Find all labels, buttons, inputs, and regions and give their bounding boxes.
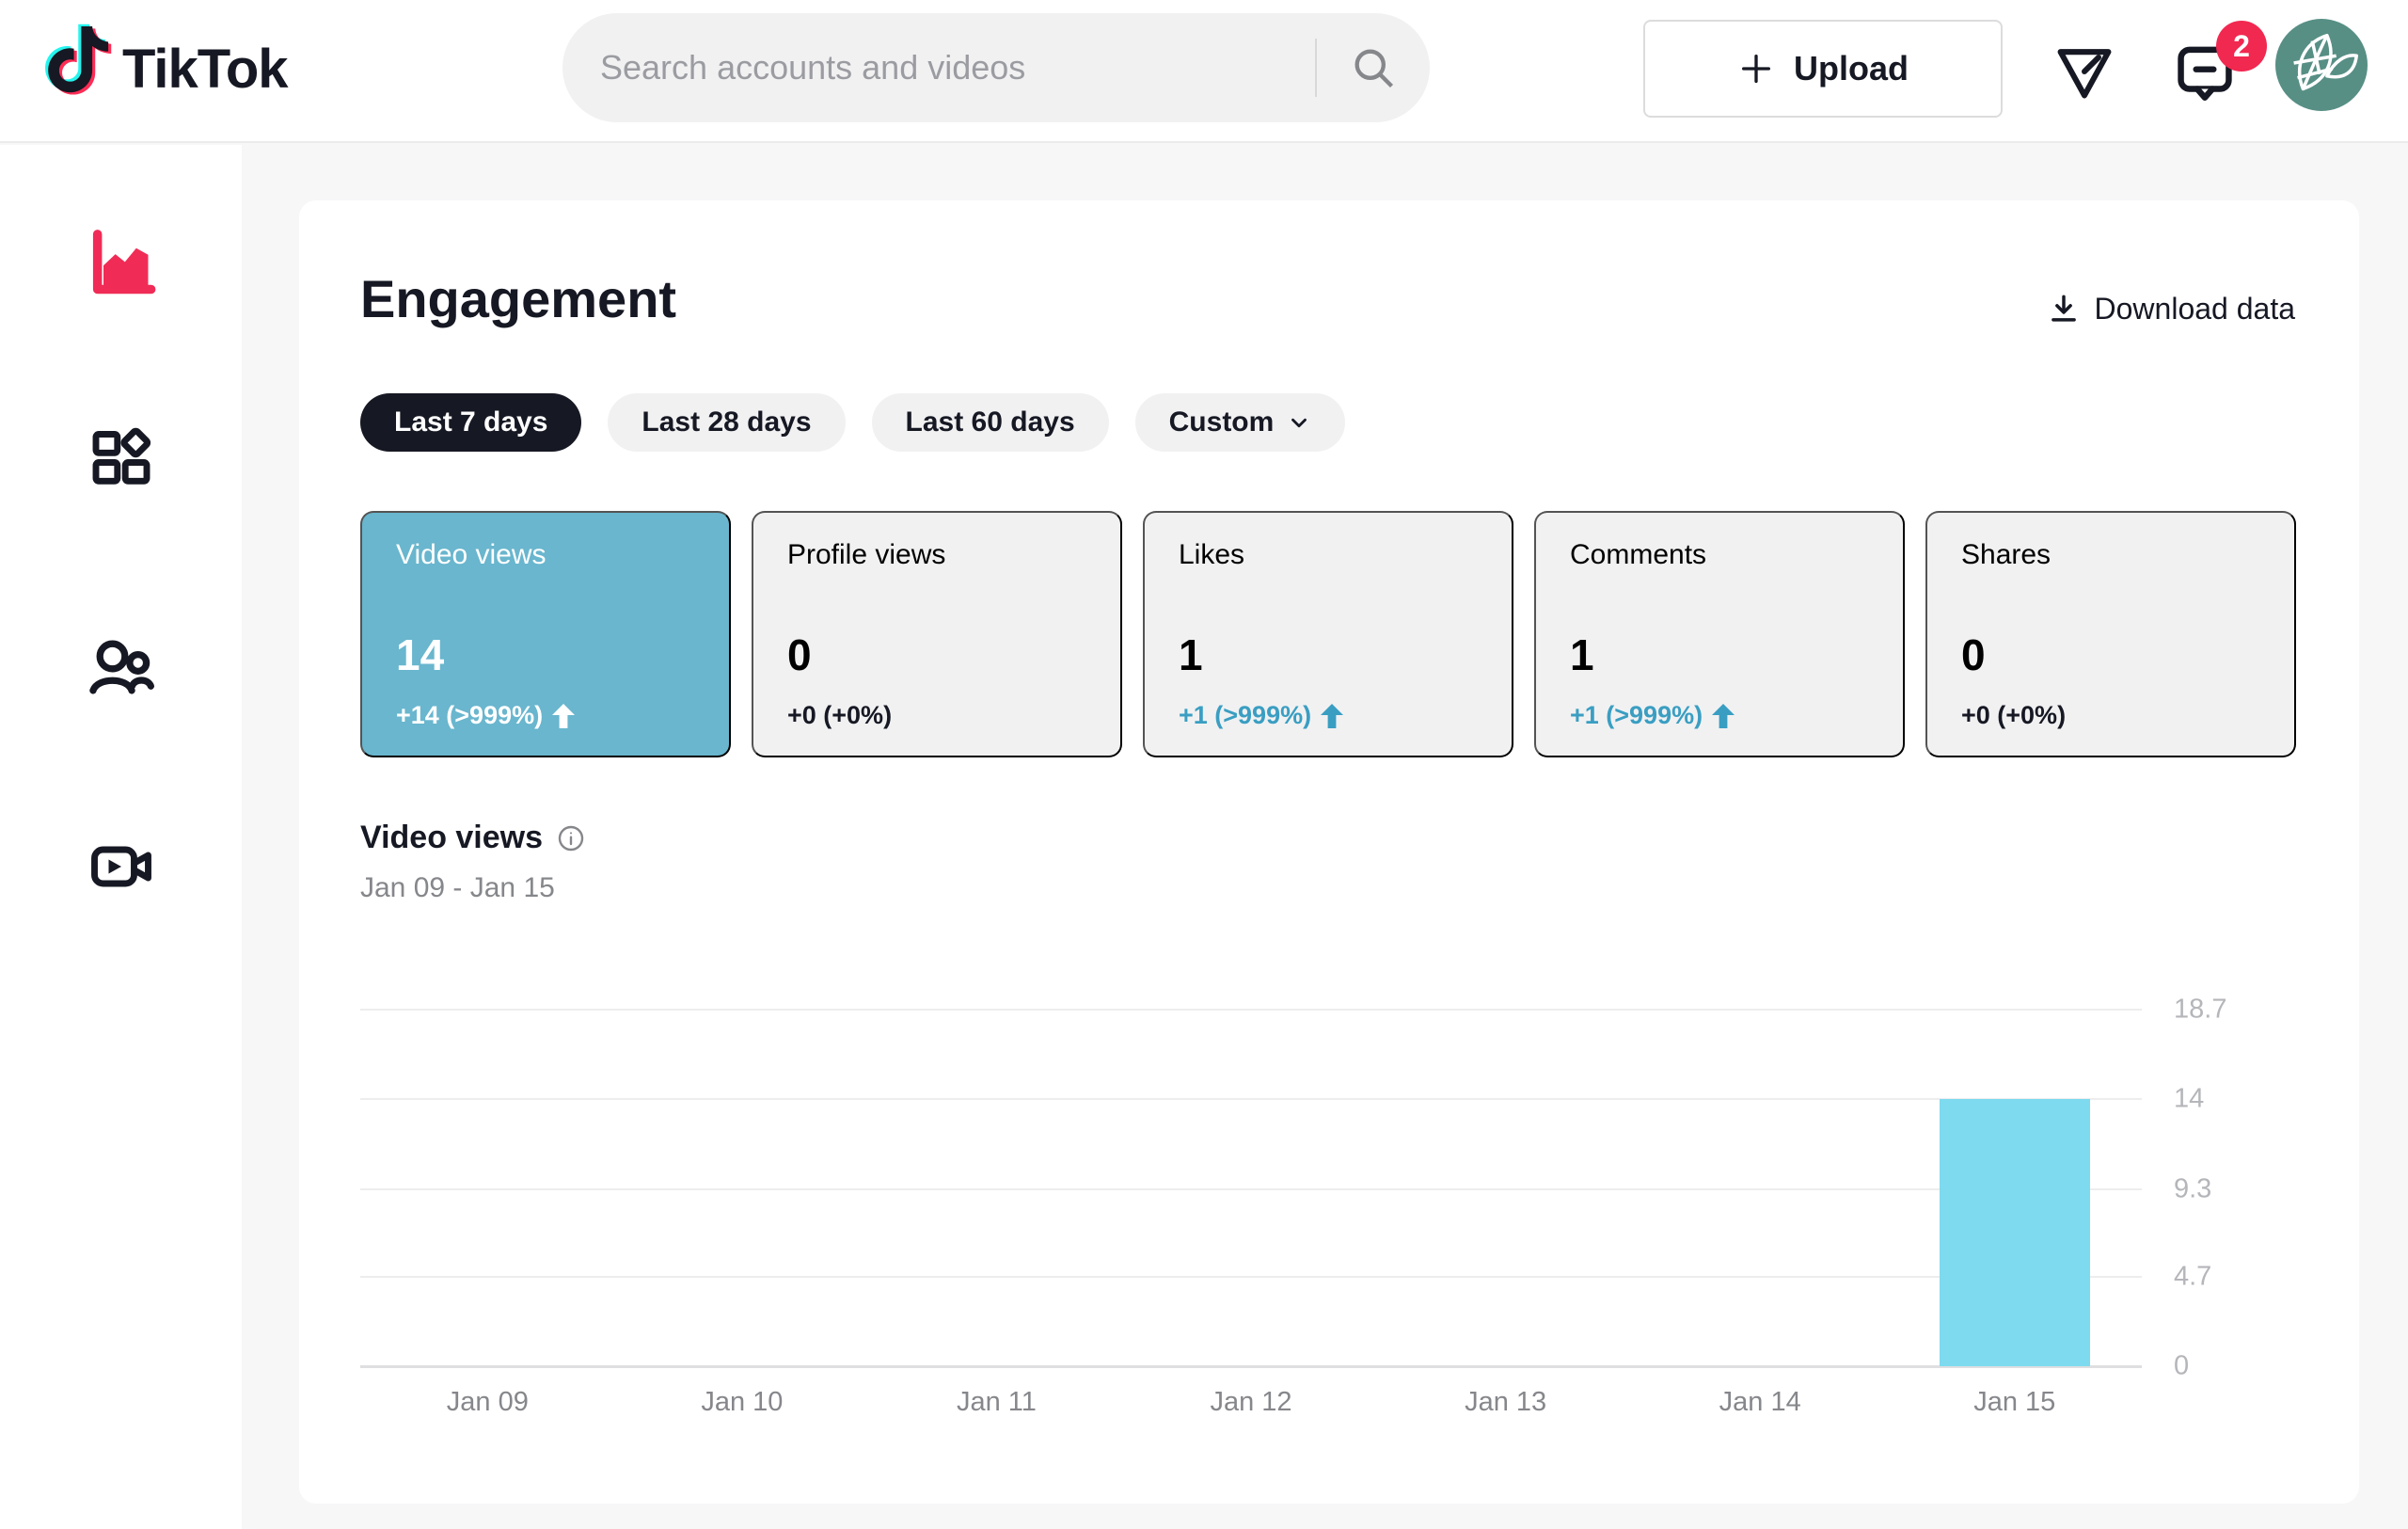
- app-header: TikTok Upload: [0, 0, 2408, 143]
- metric-delta: +1 (>999%): [1179, 701, 1478, 730]
- chevron-down-icon: [1287, 410, 1311, 435]
- upload-button[interactable]: Upload: [1643, 20, 2003, 118]
- inbox-button[interactable]: 2: [2167, 34, 2242, 109]
- search-button[interactable]: [1317, 13, 1430, 122]
- tiktok-note-icon: [32, 23, 113, 115]
- metric-card-profile-views[interactable]: Profile views 0 +0 (+0%): [752, 511, 1122, 757]
- paper-plane-icon: [2050, 37, 2119, 106]
- followers-icon: [86, 629, 157, 701]
- chart-gridline: [360, 1098, 2142, 1100]
- arrow-up-icon: [1712, 704, 1735, 728]
- range-pill-custom[interactable]: Custom: [1135, 393, 1346, 452]
- x-axis-label: Jan 11: [869, 1387, 1124, 1418]
- chart-bar[interactable]: [1940, 1099, 2090, 1366]
- arrow-up-icon: [1321, 704, 1343, 728]
- promote-button[interactable]: [2047, 34, 2122, 109]
- metric-delta-text: +1 (>999%): [1570, 701, 1703, 730]
- info-icon[interactable]: [556, 823, 586, 853]
- metric-label: Video views: [396, 539, 695, 571]
- range-pill-label: Last 60 days: [906, 406, 1075, 438]
- chart-plot: 18.7149.34.70: [360, 1010, 2142, 1366]
- metric-value: 0: [1961, 629, 2260, 680]
- live-camera-icon: [87, 833, 155, 900]
- section-title-text: Video views: [360, 820, 543, 856]
- y-axis-label: 18.7: [2174, 995, 2226, 1026]
- metric-label: Likes: [1179, 539, 1478, 571]
- range-pill-last-60-days[interactable]: Last 60 days: [872, 393, 1109, 452]
- sidebar: [0, 145, 242, 1529]
- metric-label: Profile views: [787, 539, 1086, 571]
- tiktok-logo[interactable]: TikTok: [32, 23, 288, 115]
- tiktok-logo-text: TikTok: [122, 38, 288, 101]
- upload-label: Upload: [1794, 49, 1909, 88]
- metric-delta-text: +0 (+0%): [1961, 701, 2066, 730]
- plus-icon: [1737, 50, 1775, 88]
- x-axis-label: Jan 09: [360, 1387, 615, 1418]
- x-axis-label: Jan 13: [1378, 1387, 1633, 1418]
- download-icon: [2046, 291, 2082, 327]
- chart-xlabels: Jan 09Jan 10Jan 11Jan 12Jan 13Jan 14Jan …: [360, 1387, 2142, 1418]
- y-axis-label: 0: [2174, 1351, 2189, 1382]
- metric-delta: +0 (+0%): [1961, 701, 2260, 730]
- chart-gridline: [360, 1188, 2142, 1190]
- page-title: Engagement: [360, 268, 676, 329]
- range-pill-label: Last 28 days: [642, 406, 811, 438]
- sidebar-item-analytics[interactable]: [0, 201, 242, 324]
- metric-delta: +1 (>999%): [1570, 701, 1869, 730]
- y-axis-label: 4.7: [2174, 1261, 2211, 1292]
- metric-cards: Video views 14 +14 (>999%) Profile views…: [360, 511, 2296, 757]
- chart-gridline: [360, 1365, 2142, 1368]
- download-label: Download data: [2095, 292, 2295, 327]
- range-pill-label: Last 7 days: [394, 406, 547, 438]
- arrow-up-icon: [552, 704, 575, 728]
- metric-card-comments[interactable]: Comments 1 +1 (>999%): [1534, 511, 1905, 757]
- search-bar: [562, 13, 1430, 122]
- chart-gridline: [360, 1276, 2142, 1278]
- x-axis-label: Jan 10: [615, 1387, 870, 1418]
- metric-card-video-views[interactable]: Video views 14 +14 (>999%): [360, 511, 731, 757]
- y-axis-label: 9.3: [2174, 1173, 2211, 1204]
- metric-delta-text: +1 (>999%): [1179, 701, 1311, 730]
- chart-gridline: [360, 1009, 2142, 1011]
- metric-card-shares[interactable]: Shares 0 +0 (+0%): [1925, 511, 2296, 757]
- search-input[interactable]: [562, 48, 1315, 88]
- chart-section-title: Video views: [360, 820, 586, 856]
- metric-delta: +0 (+0%): [787, 701, 1086, 730]
- range-pill-label: Custom: [1169, 406, 1275, 438]
- x-axis-label: Jan 12: [1124, 1387, 1379, 1418]
- analytics-chart-icon: [86, 227, 157, 298]
- date-range-pills: Last 7 days Last 28 days Last 60 days Cu…: [360, 393, 1345, 452]
- date-range: Jan 09 - Jan 15: [360, 872, 555, 904]
- notification-badge: 2: [2216, 21, 2267, 72]
- sidebar-item-live[interactable]: [0, 805, 242, 928]
- metric-value: 14: [396, 629, 695, 680]
- sidebar-item-followers[interactable]: [0, 604, 242, 726]
- x-axis-label: Jan 14: [1633, 1387, 1888, 1418]
- sidebar-item-content[interactable]: [0, 397, 242, 519]
- content-grid-icon: [87, 424, 155, 492]
- metric-delta-text: +14 (>999%): [396, 701, 543, 730]
- metric-value: 1: [1179, 629, 1478, 680]
- x-axis-label: Jan 15: [1887, 1387, 2142, 1418]
- engagement-card: Engagement Download data Last 7 days Las…: [299, 200, 2359, 1504]
- search-icon: [1349, 43, 1398, 92]
- range-pill-last-28-days[interactable]: Last 28 days: [608, 393, 845, 452]
- range-pill-last-7-days[interactable]: Last 7 days: [360, 393, 581, 452]
- download-data-button[interactable]: Download data: [2046, 291, 2295, 327]
- metric-value: 1: [1570, 629, 1869, 680]
- metric-delta-text: +0 (+0%): [787, 701, 892, 730]
- metric-label: Comments: [1570, 539, 1869, 571]
- metric-value: 0: [787, 629, 1086, 680]
- y-axis-label: 14: [2174, 1084, 2204, 1115]
- metric-card-likes[interactable]: Likes 1 +1 (>999%): [1143, 511, 1513, 757]
- avatar[interactable]: [2275, 19, 2368, 111]
- metric-label: Shares: [1961, 539, 2260, 571]
- metric-delta: +14 (>999%): [396, 701, 695, 730]
- leaf-avatar-image: [2275, 19, 2368, 111]
